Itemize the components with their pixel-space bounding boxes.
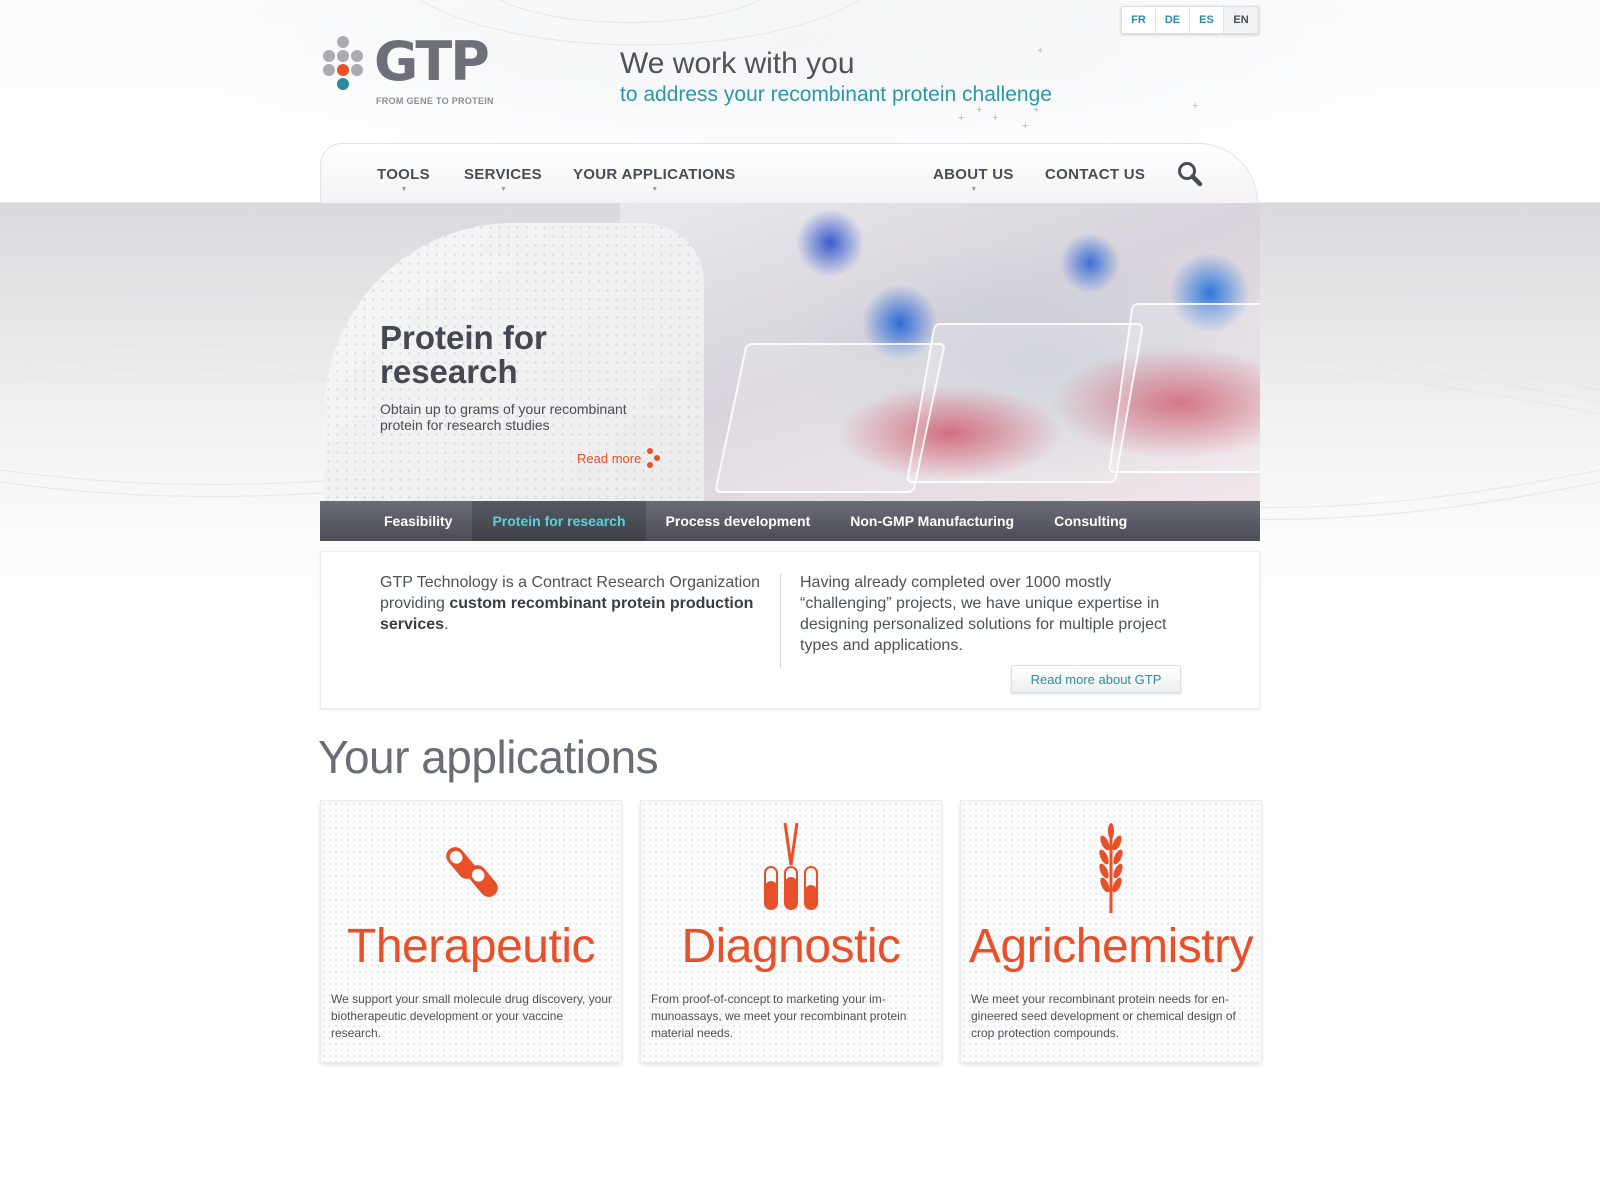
- app-desc-diagnostic: From proof-of-concept to marketing your …: [651, 992, 907, 1040]
- tab-consulting[interactable]: Consulting: [1034, 501, 1147, 541]
- logo-wordmark: GTP: [374, 30, 490, 93]
- sparkle-icon: +: [1037, 45, 1044, 57]
- sparkle-icon: +: [1033, 104, 1040, 116]
- lab-flasks-image: [620, 203, 1260, 501]
- hero-banner: Protein for research Obtain up to grams …: [320, 203, 1260, 501]
- lang-de[interactable]: DE: [1156, 7, 1190, 33]
- app-card-diagnostic[interactable]: Diagnostic From proof-of-concept to mark…: [640, 800, 942, 1063]
- caret-down-icon: ▼: [500, 186, 508, 193]
- nav-services[interactable]: SERVICES ▼: [464, 166, 542, 193]
- about-intro-end: .: [444, 616, 449, 633]
- tab-non-gmp-manufacturing[interactable]: Non-GMP Manufacturing: [830, 501, 1034, 541]
- caret-down-icon: ▼: [651, 186, 659, 193]
- tagline-line-1: We work with you: [620, 47, 855, 80]
- test-tubes-icon: [764, 822, 818, 910]
- app-title-agrichemistry: Agrichemistry: [968, 920, 1254, 973]
- wheat-icon: [1099, 823, 1123, 913]
- app-desc-agrichemistry: We meet your recombinant protein needs f…: [971, 992, 1236, 1040]
- nav-contact-us[interactable]: CONTACT US: [1045, 166, 1145, 183]
- sparkle-icon: +: [1192, 100, 1199, 112]
- tab-feasibility[interactable]: Feasibility: [364, 501, 472, 541]
- hero-description: Obtain up to grams of your recombinant p…: [380, 401, 627, 433]
- app-card-therapeutic[interactable]: Therapeutic We support your small molecu…: [320, 800, 622, 1063]
- app-title-diagnostic: Diagnostic: [681, 920, 901, 973]
- header-tagline: We work with you to address your recombi…: [620, 46, 1052, 108]
- logo-tagline: FROM GENE TO PROTEIN: [376, 96, 494, 106]
- nav-tools[interactable]: TOOLS ▼: [377, 166, 430, 193]
- caret-down-icon: ▼: [400, 186, 408, 193]
- app-desc-therapeutic: We support your small molecule drug disc…: [331, 992, 613, 1040]
- nav-about-us-label: ABOUT US: [933, 166, 1014, 183]
- tab-process-development[interactable]: Process development: [646, 501, 831, 541]
- hero-tabs: Feasibility Protein for research Process…: [320, 501, 1260, 541]
- logo-dots-icon: [320, 36, 366, 96]
- applications-heading: Your applications: [318, 731, 659, 783]
- caret-down-icon: ▼: [970, 186, 978, 193]
- language-switcher: FR DE ES EN: [1121, 6, 1259, 34]
- hero-read-more-link[interactable]: Read more: [577, 451, 641, 466]
- about-summary-box: GTP Technology is a Contract Research Or…: [320, 551, 1260, 709]
- search-icon[interactable]: [1176, 160, 1204, 188]
- nav-your-applications-label: YOUR APPLICATIONS: [573, 166, 736, 183]
- app-title-therapeutic: Therapeutic: [347, 920, 595, 973]
- nav-tools-label: TOOLS: [377, 166, 430, 183]
- tab-protein-for-research[interactable]: Protein for research: [472, 501, 646, 541]
- about-expertise-text: Having already completed over 1000 mostl…: [800, 574, 1167, 654]
- lang-en[interactable]: EN: [1224, 7, 1258, 33]
- hero-title: Protein for research: [380, 319, 547, 390]
- sparkle-icon: +: [976, 104, 983, 116]
- main-nav: TOOLS ▼ SERVICES ▼ YOUR APPLICATIONS ▼ A…: [320, 143, 1258, 203]
- pill-capsules-icon: [446, 847, 498, 897]
- app-card-agrichemistry[interactable]: Agrichemistry We meet your recombinant p…: [960, 800, 1262, 1063]
- gtp-logo[interactable]: GTP FROM GENE TO PROTEIN: [320, 32, 520, 106]
- about-intro-text: GTP Technology is a Contract Research Or…: [380, 572, 770, 635]
- read-more-about-gtp-button[interactable]: Read more about GTP: [1011, 665, 1181, 693]
- about-divider: [780, 574, 781, 668]
- lang-es[interactable]: ES: [1190, 7, 1224, 33]
- nav-about-us[interactable]: ABOUT US ▼: [933, 166, 1014, 193]
- orange-dots-icon: [647, 448, 660, 468]
- nav-contact-us-label: CONTACT US: [1045, 166, 1146, 183]
- sparkle-icon: +: [992, 112, 999, 124]
- nav-services-label: SERVICES: [464, 166, 542, 183]
- nav-your-applications[interactable]: YOUR APPLICATIONS ▼: [573, 166, 736, 193]
- sparkle-icon: +: [958, 112, 965, 124]
- sparkle-icon: +: [1022, 120, 1029, 132]
- tagline-line-2: to address your recombinant protein chal…: [620, 83, 1052, 106]
- lang-fr[interactable]: FR: [1122, 7, 1156, 33]
